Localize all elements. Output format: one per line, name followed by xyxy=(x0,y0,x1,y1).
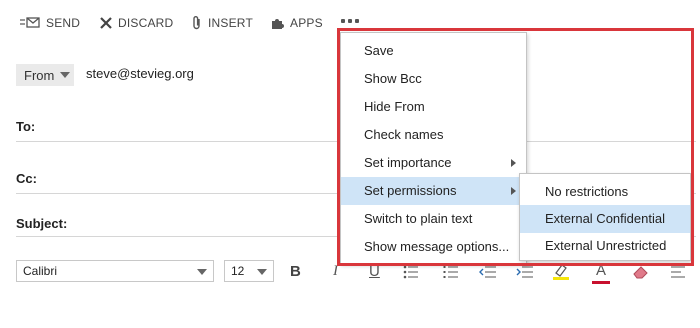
to-input[interactable] xyxy=(60,112,330,140)
insert-label: INSERT xyxy=(208,16,253,30)
from-label: From xyxy=(24,67,55,83)
menu-item-label: Set importance xyxy=(364,155,452,170)
more-options-menu: Save Show Bcc Hide From Check names Set … xyxy=(340,32,527,264)
font-family-value: Calibri xyxy=(23,264,58,278)
more-icon xyxy=(341,19,345,23)
menu-item-set-importance[interactable]: Set importance xyxy=(341,149,526,177)
menu-item-show-bcc[interactable]: Show Bcc xyxy=(341,65,526,93)
menu-item-label: Set permissions xyxy=(364,183,457,198)
chevron-down-icon xyxy=(197,269,207,275)
menu-item-check-names[interactable]: Check names xyxy=(341,121,526,149)
font-color-button[interactable]: A xyxy=(592,262,610,284)
puzzle-icon xyxy=(272,19,284,29)
paperclip-icon xyxy=(193,16,200,30)
eraser-icon[interactable] xyxy=(632,264,650,280)
from-dropdown[interactable]: From xyxy=(16,64,74,86)
chevron-down-icon xyxy=(257,269,267,275)
font-size-select[interactable]: 12 xyxy=(224,260,274,282)
discard-label: DISCARD xyxy=(118,16,174,30)
underline-button[interactable]: U xyxy=(369,263,380,280)
menu-item-save[interactable]: Save xyxy=(341,37,526,65)
apps-button[interactable]: APPS xyxy=(270,12,323,34)
send-label: SEND xyxy=(46,16,81,30)
submenu-item-external-unrestricted[interactable]: External Unrestricted xyxy=(520,232,690,260)
from-email: steve@stevieg.org xyxy=(86,66,194,81)
submenu-item-external-confidential[interactable]: External Confidential xyxy=(520,205,690,233)
chevron-down-icon xyxy=(60,72,71,78)
discard-button[interactable]: DISCARD xyxy=(100,12,173,34)
chevron-right-icon xyxy=(511,187,516,195)
menu-item-message-options[interactable]: Show message options... xyxy=(341,233,526,261)
submenu-item-no-restrictions[interactable]: No restrictions xyxy=(520,178,690,206)
cc-input[interactable] xyxy=(60,164,330,192)
menu-item-plain-text[interactable]: Switch to plain text xyxy=(341,205,526,233)
subject-input[interactable] xyxy=(90,209,330,237)
font-size-value: 12 xyxy=(231,264,245,278)
close-icon xyxy=(100,17,112,29)
permissions-submenu: No restrictions External Confidential Ex… xyxy=(519,173,691,261)
decrease-indent-icon[interactable] xyxy=(479,265,497,279)
increase-indent-icon[interactable] xyxy=(516,265,534,279)
send-icon xyxy=(20,17,40,28)
more-options-button[interactable] xyxy=(340,14,360,28)
font-color-swatch xyxy=(592,281,610,284)
font-color-label: A xyxy=(595,262,606,279)
cc-label: Cc: xyxy=(16,171,37,186)
italic-button[interactable]: I xyxy=(333,263,338,280)
bullets-icon[interactable] xyxy=(403,265,419,279)
subject-label: Subject: xyxy=(16,216,68,231)
to-label: To: xyxy=(16,119,36,134)
align-icon[interactable] xyxy=(670,265,686,279)
font-family-select[interactable]: Calibri xyxy=(16,260,214,282)
highlighter-icon[interactable] xyxy=(552,263,570,281)
apps-label: APPS xyxy=(290,16,323,30)
menu-item-set-permissions[interactable]: Set permissions xyxy=(341,177,526,205)
chevron-right-icon xyxy=(511,159,516,167)
numbering-icon[interactable] xyxy=(443,265,459,279)
insert-button[interactable]: INSERT xyxy=(192,12,253,34)
send-button[interactable]: SEND xyxy=(20,12,80,34)
menu-item-hide-from[interactable]: Hide From xyxy=(341,93,526,121)
bold-button[interactable]: B xyxy=(290,263,301,280)
